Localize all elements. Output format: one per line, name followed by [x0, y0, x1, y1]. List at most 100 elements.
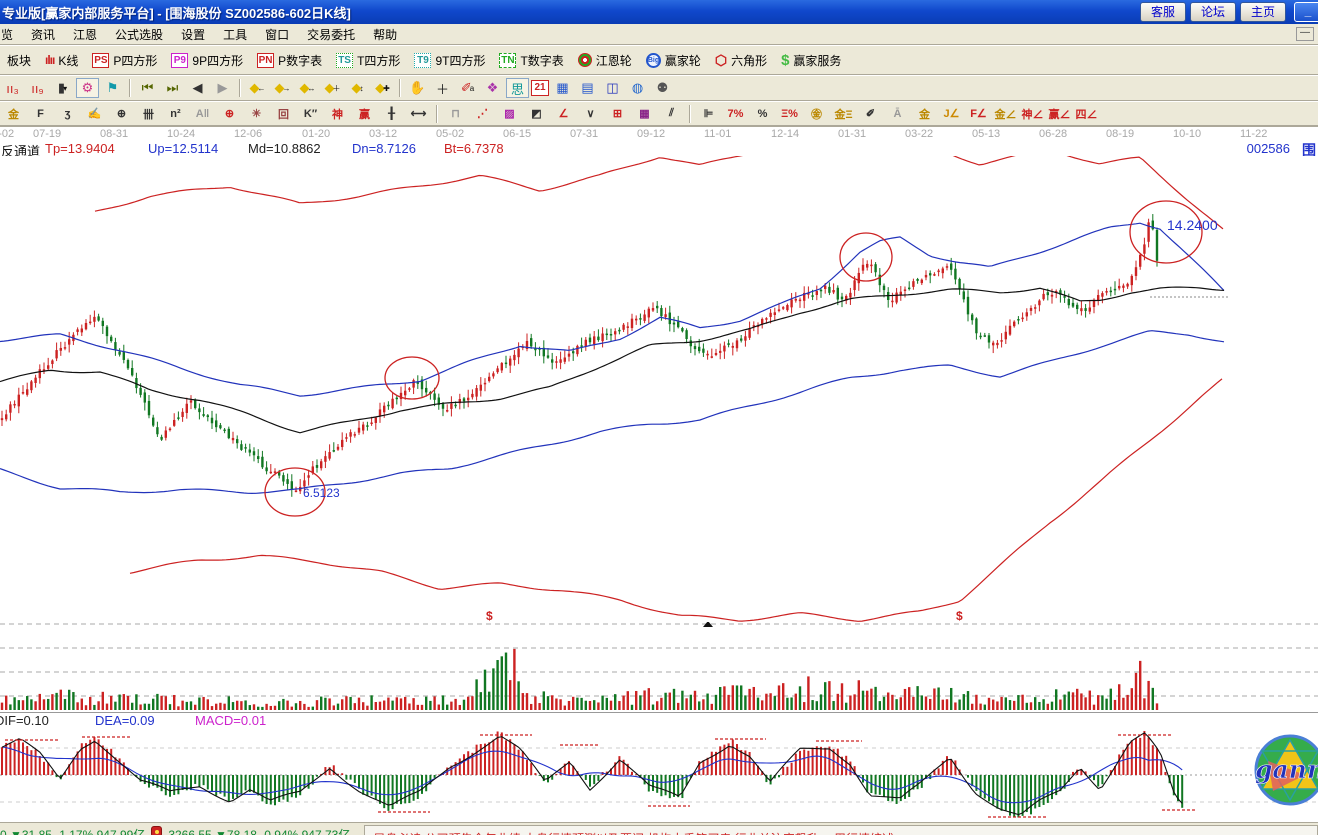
- gann-wheel-button[interactable]: 江恩轮: [571, 50, 639, 71]
- titlebar-button-0[interactable]: 客服: [1140, 2, 1186, 22]
- zoom-all-icon[interactable]: ◆✚: [371, 78, 394, 98]
- draw-tool-icon-38[interactable]: 金∠: [993, 104, 1018, 124]
- t-square-button[interactable]: TST四方形: [329, 50, 407, 71]
- volume-chart[interactable]: [0, 622, 1318, 712]
- draw-tool-icon-0[interactable]: 金: [1, 104, 26, 124]
- draw-tool-icon-3[interactable]: ✍: [82, 104, 107, 124]
- draw-tool-icon-27[interactable]: ⊫: [696, 104, 721, 124]
- draw-tool-icon-19[interactable]: ▨: [497, 104, 522, 124]
- price-annotation: 6.5123: [303, 486, 340, 500]
- mini-kline-9-icon[interactable]: ıı₉: [26, 78, 49, 98]
- main-kline-chart[interactable]: 14.24006.5123$$: [0, 156, 1318, 622]
- notepad-icon[interactable]: ▤: [576, 78, 599, 98]
- menu-item-6[interactable]: 窗口: [256, 26, 298, 43]
- smart-analysis-icon[interactable]: 思: [506, 78, 529, 98]
- winner-wheel-button[interactable]: Big赢家轮: [639, 50, 708, 71]
- flag-tool-icon[interactable]: ⚑: [101, 78, 124, 98]
- draw-tool-icon-11[interactable]: K″: [298, 104, 323, 124]
- draw-tool-icon-1[interactable]: F: [28, 104, 53, 124]
- minimize-button[interactable]: _: [1294, 2, 1318, 22]
- kline-button[interactable]: ılııK线: [38, 50, 85, 71]
- p-number-table-button[interactable]: PNP数字表: [250, 50, 329, 71]
- page-right-icon[interactable]: ▶: [211, 78, 234, 98]
- draw-tool-icon-25[interactable]: ⫽: [659, 104, 684, 124]
- draw-tool-icon-7[interactable]: A‖: [190, 104, 215, 124]
- macd-chart[interactable]: [0, 726, 1318, 822]
- draw-tool-icon-5[interactable]: 卌: [136, 104, 161, 124]
- calculator-icon[interactable]: ▦: [551, 78, 574, 98]
- mdi-minimize-button[interactable]: —: [1296, 27, 1314, 41]
- calendar-icon[interactable]: 21: [531, 80, 549, 96]
- titlebar-button-2[interactable]: 主页: [1240, 2, 1286, 22]
- draw-tool-icon-21[interactable]: ∠: [551, 104, 576, 124]
- draw-tool-icon-20[interactable]: ◩: [524, 104, 549, 124]
- draw-tool-icon-18[interactable]: ⋰: [470, 104, 495, 124]
- 9p-square-button[interactable]: P99P四方形: [164, 50, 250, 71]
- crosshair-tool-icon[interactable]: ＋: [431, 78, 454, 98]
- draw-tool-icon-31[interactable]: ㊎: [804, 104, 829, 124]
- draw-tool-icon-29[interactable]: %: [750, 104, 775, 124]
- user-pc-icon[interactable]: ⚉: [651, 78, 674, 98]
- menu-item-1[interactable]: 资讯: [22, 26, 64, 43]
- draw-tool-icon-37[interactable]: F∠: [966, 104, 991, 124]
- draw-tool-icon-34[interactable]: Ā: [885, 104, 910, 124]
- draw-tool-icon-30[interactable]: Ξ%: [777, 104, 802, 124]
- shift-left-icon[interactable]: ◆←: [246, 78, 269, 98]
- draw-tool-icon-36[interactable]: J∠: [939, 104, 964, 124]
- draw-tool-icon-24[interactable]: ▦: [632, 104, 657, 124]
- hand-tool-icon[interactable]: ✋: [406, 78, 429, 98]
- candle-style-dropdown-icon[interactable]: ▮▾: [51, 78, 74, 98]
- draw-tool-icon-39[interactable]: 神∠: [1020, 104, 1045, 124]
- menu-item-7[interactable]: 交易委托: [298, 26, 364, 43]
- draw-tool-icon-40[interactable]: 赢∠: [1047, 104, 1072, 124]
- draw-tool-icon-12[interactable]: 神: [325, 104, 350, 124]
- draw-tool-icon-6[interactable]: n²: [163, 104, 188, 124]
- draw-tool-icon-10[interactable]: 回: [271, 104, 296, 124]
- blocks-button[interactable]: 板块: [0, 50, 38, 71]
- draw-tool-icon-41[interactable]: 四∠: [1074, 104, 1099, 124]
- gann-logo: gann: [1253, 733, 1318, 808]
- draw-tool-icon-28[interactable]: 7%: [723, 104, 748, 124]
- winner-service-button[interactable]: $赢家服务: [774, 50, 848, 71]
- menu-item-4[interactable]: 设置: [172, 26, 214, 43]
- draw-tool-icon-32[interactable]: 金Ξ: [831, 104, 856, 124]
- menu-item-8[interactable]: 帮助: [364, 26, 406, 43]
- draw-tool-icon-9[interactable]: ✳: [244, 104, 269, 124]
- hexagon-button[interactable]: ⬡六角形: [708, 50, 774, 71]
- draw-tool-icon-15[interactable]: ⟷: [406, 104, 431, 124]
- mini-kline-3-icon[interactable]: ıı₃: [1, 78, 24, 98]
- t-number-table-button[interactable]: TNT数字表: [492, 50, 570, 71]
- zoom-in-icon[interactable]: ◆＋: [321, 78, 344, 98]
- 9t-square-button[interactable]: T99T四方形: [407, 50, 492, 71]
- draw-tool-icon-33[interactable]: ✐: [858, 104, 883, 124]
- gift-icon[interactable]: ❖: [481, 78, 504, 98]
- date-tick: 08-31: [100, 128, 128, 140]
- menu-item-3[interactable]: 公式选股: [106, 26, 172, 43]
- title-bar: 专业版[赢家内部服务平台] - [围海股份 SZ002586-602日K线] 客…: [0, 0, 1318, 24]
- draw-tool-icon-17[interactable]: ⊓: [443, 104, 468, 124]
- last-page-icon[interactable]: ⏭: [161, 78, 184, 98]
- titlebar-button-1[interactable]: 论坛: [1190, 2, 1236, 22]
- save-icon[interactable]: ◫: [601, 78, 624, 98]
- expand-h-icon[interactable]: ◆↔: [296, 78, 319, 98]
- pattern-tool-icon[interactable]: ⚙: [76, 78, 99, 98]
- draw-tool-icon-23[interactable]: ⊞: [605, 104, 630, 124]
- menu-item-0[interactable]: 览: [0, 26, 22, 43]
- menu-item-5[interactable]: 工具: [214, 26, 256, 43]
- draw-tool-icon-13[interactable]: 赢: [352, 104, 377, 124]
- toolbar-label: P四方形: [113, 52, 157, 69]
- draw-tool-icon-14[interactable]: ╂: [379, 104, 404, 124]
- page-left-icon[interactable]: ◀: [186, 78, 209, 98]
- menu-item-2[interactable]: 江恩: [64, 26, 106, 43]
- p-square-button[interactable]: PSP四方形: [85, 50, 164, 71]
- shift-right-icon[interactable]: ◆→: [271, 78, 294, 98]
- web-save-icon[interactable]: ◍: [626, 78, 649, 98]
- draw-tool-icon-35[interactable]: 金: [912, 104, 937, 124]
- draw-tool-icon-22[interactable]: ∨: [578, 104, 603, 124]
- draw-tool-icon-8[interactable]: ⊕: [217, 104, 242, 124]
- annotate-tool-icon[interactable]: ✐a: [456, 78, 479, 98]
- draw-tool-icon-4[interactable]: ⊕: [109, 104, 134, 124]
- first-page-icon[interactable]: ⏮: [136, 78, 159, 98]
- draw-tool-icon-2[interactable]: ʒ: [55, 104, 80, 124]
- expand-v-icon[interactable]: ◆↕: [346, 78, 369, 98]
